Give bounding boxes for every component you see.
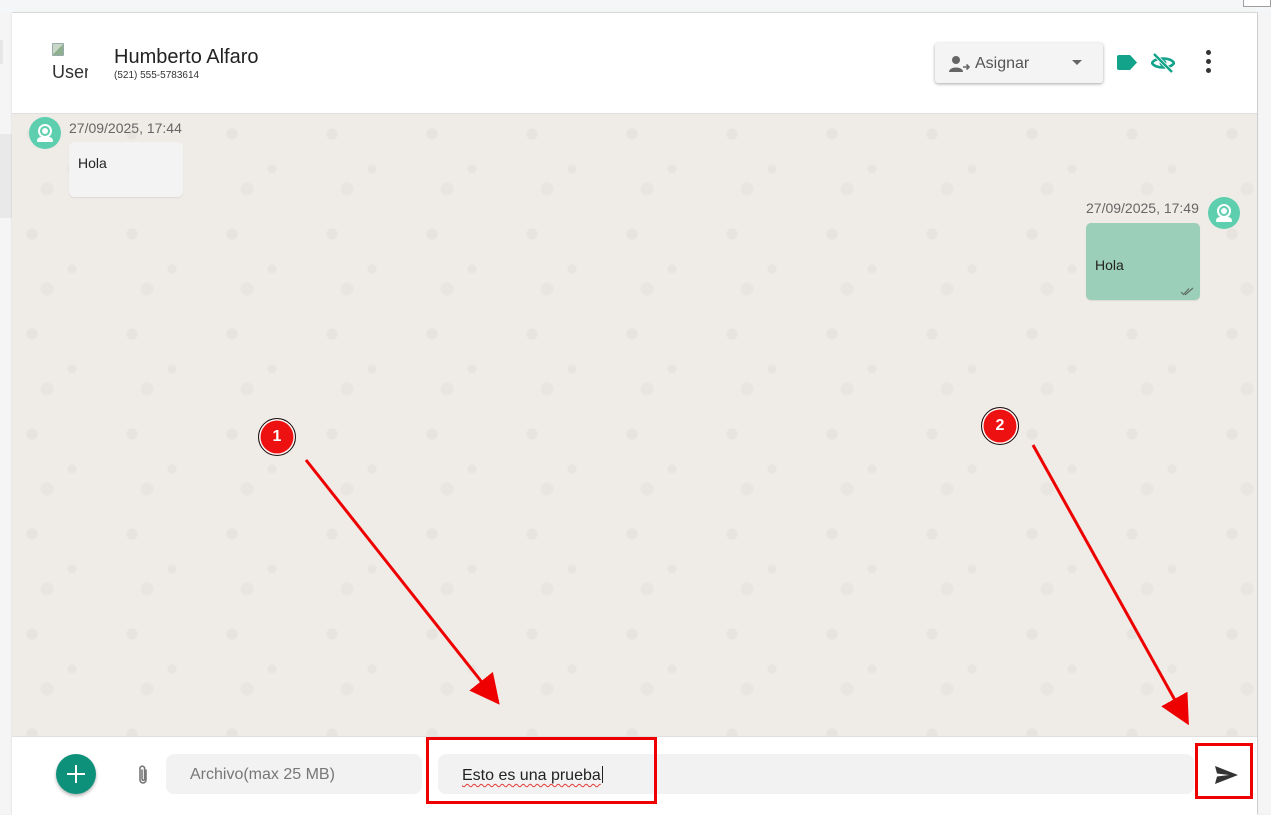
scrollbar[interactable] <box>1257 12 1271 814</box>
file-input[interactable]: Archivo(max 25 MB) <box>166 754 422 794</box>
outgoing-avatar-icon <box>1208 197 1240 229</box>
message-input[interactable]: Esto es una prueba <box>438 754 1194 794</box>
chat-panel: User Humberto Alfaro (521) 555-5783614 A… <box>12 13 1257 815</box>
send-button[interactable] <box>1207 759 1245 791</box>
paperclip-icon[interactable] <box>136 764 150 786</box>
avatar: User <box>52 43 88 83</box>
message-list[interactable]: 27/09/2025, 17:44 Hola 27/09/2025, 17:49… <box>12 114 1257 736</box>
left-edge-item[interactable] <box>0 134 12 218</box>
file-input-placeholder: Archivo(max 25 MB) <box>190 766 335 783</box>
person-assign-icon <box>949 56 971 72</box>
message-timestamp: 27/09/2025, 17:44 <box>69 120 182 136</box>
double-check-icon <box>1180 287 1194 296</box>
eye-off-icon[interactable] <box>1151 51 1175 75</box>
left-sidebar-edge <box>0 12 12 814</box>
message-input-value: Esto es una prueba <box>462 766 603 784</box>
chevron-down-icon <box>1072 60 1082 65</box>
message-timestamp: 27/09/2025, 17:49 <box>1086 200 1199 216</box>
outgoing-message-bubble[interactable]: Hola <box>1086 223 1200 300</box>
contact-phone: (521) 555-5783614 <box>114 70 200 81</box>
message-text: Hola <box>1095 257 1124 273</box>
window-control[interactable] <box>1243 0 1271 7</box>
tag-icon[interactable] <box>1117 55 1137 70</box>
message-text: Hola <box>78 155 107 171</box>
send-icon <box>1215 766 1238 784</box>
broken-image-icon <box>52 43 64 56</box>
left-edge-tab[interactable] <box>0 40 3 64</box>
browser-top-strip <box>0 0 1271 13</box>
assign-button[interactable]: Asignar <box>935 43 1103 83</box>
assign-label: Asignar <box>975 55 1030 72</box>
composer-bar: Archivo(max 25 MB) Esto es una prueba <box>12 736 1257 815</box>
incoming-avatar-icon <box>29 117 61 149</box>
avatar-alt-text: User <box>52 62 88 82</box>
incoming-message-bubble[interactable]: Hola <box>69 142 183 197</box>
contact-name: Humberto Alfaro <box>114 46 259 68</box>
chat-header: User Humberto Alfaro (521) 555-5783614 A… <box>12 13 1257 114</box>
add-button[interactable] <box>56 754 96 794</box>
more-vert-icon[interactable] <box>1205 50 1211 76</box>
